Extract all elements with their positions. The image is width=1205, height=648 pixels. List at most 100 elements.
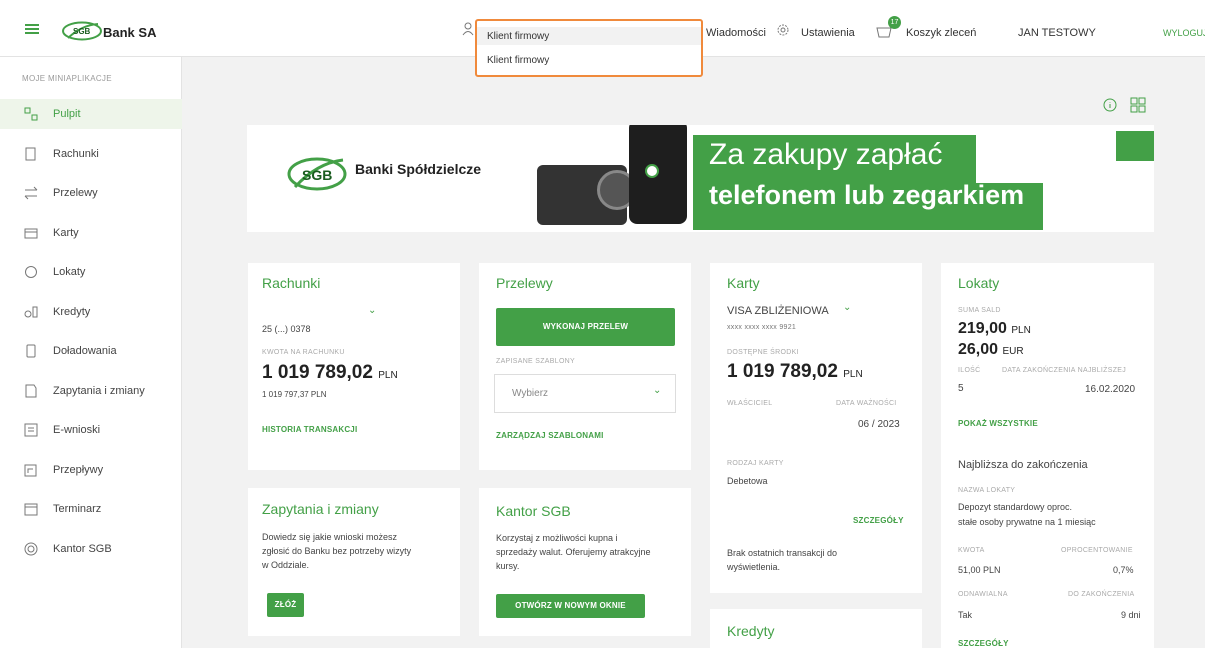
- nearest-heading: Najbliższa do zakończenia: [958, 459, 1088, 471]
- sidebar-item-label: Karty: [53, 227, 79, 239]
- bank-name: Bank SA: [103, 25, 157, 40]
- card-details-link[interactable]: SZCZEGÓŁY: [853, 516, 904, 525]
- chevron-down-icon[interactable]: ⌄: [843, 302, 851, 313]
- cart-badge: 17: [888, 16, 901, 29]
- submit-request-button[interactable]: ZŁÓŻ: [267, 593, 304, 617]
- sum-label: SUMA SALD: [958, 307, 1001, 314]
- dropdown-option[interactable]: Klient firmowy: [487, 55, 549, 66]
- sidebar: MOJE MINIAPLIKACJE Pulpit Rachunki Przel…: [0, 57, 182, 648]
- owner-label: WŁAŚCICIEL: [727, 400, 773, 407]
- sidebar-item-rachunki[interactable]: Rachunki: [0, 139, 182, 169]
- card-number: xxxx xxxx xxxx 9921: [727, 324, 797, 331]
- sidebar-item-label: Terminarz: [53, 503, 102, 515]
- sidebar-item-doladowania[interactable]: Doładowania: [0, 336, 182, 366]
- sidebar-item-przelewy[interactable]: Przelewy: [0, 178, 182, 208]
- sidebar-item-label: Zapytania i zmiany: [53, 385, 145, 397]
- exchange-desc-2: sprzedaży walut. Oferujemy atrakcyjne: [496, 547, 651, 557]
- show-all-link[interactable]: POKAŻ WSZYSTKIE: [958, 419, 1038, 428]
- sidebar-item-kredyty[interactable]: Kredyty: [0, 297, 182, 327]
- requests-desc-3: w Oddziale.: [262, 560, 310, 570]
- deposit-renew: Tak: [958, 610, 973, 620]
- sidebar-item-przeplywy[interactable]: Przepływy: [0, 455, 182, 485]
- sidebar-item-kantor[interactable]: Kantor SGB: [0, 534, 182, 564]
- sidebar-item-label: Doładowania: [53, 345, 117, 357]
- settings-link[interactable]: Ustawienia: [801, 27, 855, 39]
- card-title: Lokaty: [958, 275, 1000, 291]
- card-balance: 1 019 789,02 PLN: [727, 361, 863, 382]
- nearest-date: 16.02.2020: [1085, 384, 1136, 395]
- sidebar-item-label: Rachunki: [53, 148, 99, 160]
- dropdown-selected[interactable]: Klient firmowy: [487, 31, 549, 42]
- card-title: Karty: [727, 275, 760, 291]
- smartphone-image: [629, 125, 687, 224]
- sidebar-item-zapytania[interactable]: Zapytania i zmiany: [0, 376, 182, 406]
- flow-icon: [24, 464, 37, 477]
- card-expiry: 06 / 2023: [858, 419, 900, 430]
- widgets-icon[interactable]: [1130, 97, 1146, 113]
- available-label: DOSTĘPNE ŚRODKI: [727, 349, 799, 356]
- deposit-details-link[interactable]: SZCZEGÓŁY: [958, 639, 1009, 648]
- banner-line2: telefonem lub zegarkiem: [709, 180, 1025, 210]
- card-title: Kredyty: [727, 623, 775, 639]
- request-icon: [25, 384, 37, 398]
- card-title: Rachunki: [262, 275, 321, 291]
- menu-icon[interactable]: [25, 24, 39, 34]
- deposits-sum-pln: 219,00 PLN: [958, 320, 1031, 337]
- templates-label: ZAPISANE SZABLONY: [496, 358, 576, 365]
- info-icon[interactable]: [1103, 98, 1117, 112]
- sgb-logo: SGB: [62, 21, 102, 41]
- banner-brand: Banki Spółdzielcze: [355, 161, 482, 177]
- application-icon: [24, 423, 38, 437]
- profile-dropdown[interactable]: Klient firmowy Klient firmowy: [475, 19, 703, 77]
- sidebar-item-label: Kredyty: [53, 306, 91, 318]
- credits-card: Kredyty: [710, 609, 922, 648]
- exchange-card: Kantor SGB Korzystaj z możliwości kupna …: [479, 488, 691, 636]
- sidebar-item-label: Przelewy: [53, 187, 98, 199]
- exchange-icon: [24, 542, 38, 556]
- name-label: NAZWA LOKATY: [958, 487, 1016, 494]
- date-label: DATA ZAKOŃCZENIA NAJBLIŻSZEJ: [1002, 367, 1127, 374]
- make-transfer-button[interactable]: WYKONAJ PRZELEW: [496, 308, 675, 346]
- template-select[interactable]: Wybierz ⌄: [494, 374, 676, 413]
- sidebar-item-lokaty[interactable]: Lokaty: [0, 257, 182, 287]
- renew-label: ODNAWIALNA: [958, 591, 1008, 598]
- sidebar-item-karty[interactable]: Karty: [0, 218, 182, 248]
- deposits-sum-eur: 26,00 EUR: [958, 341, 1024, 358]
- messages-link[interactable]: Wiadomości: [706, 27, 766, 39]
- deposit-rate: 0,7%: [1113, 565, 1134, 575]
- sidebar-item-terminarz[interactable]: Terminarz: [0, 494, 182, 524]
- sidebar-item-pulpit[interactable]: Pulpit: [0, 99, 182, 129]
- manage-templates-link[interactable]: ZARZĄDZAJ SZABLONAMI: [496, 431, 604, 440]
- deposit-name-1: Depozyt standardowy oproc.: [958, 502, 1073, 512]
- accounts-icon: [25, 147, 36, 161]
- deposit-amount: 51,00 PLN: [958, 565, 1001, 575]
- sidebar-item-label: Pulpit: [53, 108, 81, 120]
- cart-link[interactable]: Koszyk zleceń: [906, 27, 976, 39]
- history-link[interactable]: HISTORIA TRANSAKCJI: [262, 425, 357, 434]
- user-name: JAN TESTOWY: [1018, 27, 1096, 39]
- user-profile-icon[interactable]: [462, 22, 474, 36]
- banner-corner: [1116, 131, 1154, 161]
- banner-line1: Za zakupy zapłać: [709, 138, 943, 171]
- sgb-banner-logo: SGB: [287, 157, 347, 191]
- open-exchange-button[interactable]: OTWÓRZ W NOWYM OKNIE: [496, 594, 645, 618]
- promo-banner[interactable]: SGB Banki Spółdzielcze Za zakupy zapłać …: [247, 125, 1154, 232]
- calendar-icon: [24, 503, 38, 516]
- chevron-down-icon[interactable]: ⌄: [368, 305, 376, 316]
- exchange-desc-1: Korzystaj z możliwości kupna i: [496, 533, 618, 543]
- sidebar-item-ewnioski[interactable]: E-wnioski: [0, 415, 182, 445]
- card-title: Przelewy: [496, 275, 553, 291]
- card-name: VISA ZBLIŻENIOWA: [727, 305, 829, 317]
- gear-icon[interactable]: [776, 23, 790, 37]
- logout-link[interactable]: WYLOGUJ: [1163, 28, 1205, 38]
- deposit-end: 9 dni: [1121, 610, 1141, 620]
- transfer-icon: [24, 186, 38, 200]
- accounts-card: Rachunki ⌄ 25 (...) 0378 KWOTA NA RACHUN…: [248, 263, 460, 470]
- card-title: Kantor SGB: [496, 503, 571, 519]
- sidebar-item-label: E-wnioski: [53, 424, 101, 436]
- credit-icon: [24, 306, 38, 318]
- sidebar-item-label: Kantor SGB: [53, 543, 112, 555]
- available-balance: 1 019 797,37 PLN: [262, 390, 327, 399]
- account-number: 25 (...) 0378: [262, 324, 311, 334]
- balance-label: KWOTA NA RACHUNKU: [262, 349, 345, 356]
